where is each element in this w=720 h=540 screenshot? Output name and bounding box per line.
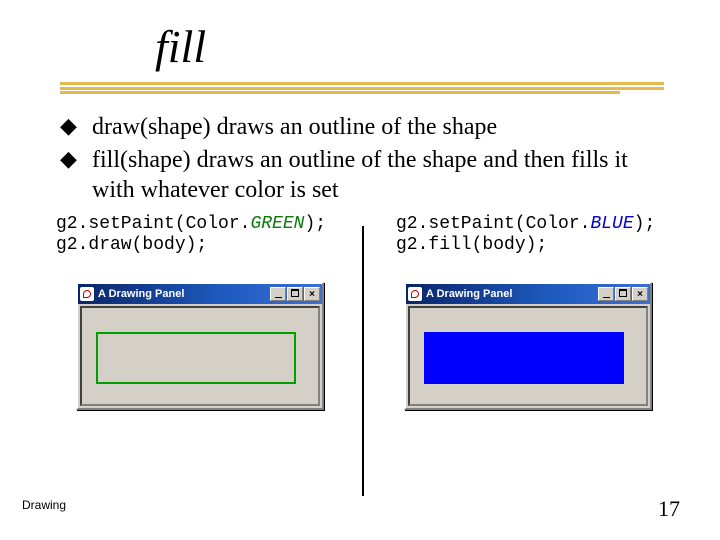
code-text: g2.setPaint(Color. bbox=[396, 214, 590, 234]
window-buttons: × bbox=[597, 287, 648, 301]
code-text: g2.setPaint(Color. bbox=[56, 214, 250, 234]
canvas-area bbox=[80, 306, 320, 406]
maximize-icon bbox=[291, 289, 299, 297]
window-left: A Drawing Panel × bbox=[76, 282, 324, 410]
rect-filled-blue bbox=[424, 332, 624, 384]
code-keyword: BLUE bbox=[590, 214, 633, 234]
slide: fill ◆ draw(shape) draws an outline of t… bbox=[0, 0, 720, 540]
code-right: g2.setPaint(Color.BLUE); g2.fill(body); bbox=[396, 214, 655, 256]
rule-stripe bbox=[60, 87, 664, 90]
code-left: g2.setPaint(Color.GREEN); g2.draw(body); bbox=[56, 214, 326, 256]
divider-rule bbox=[60, 82, 664, 96]
minimize-button[interactable] bbox=[598, 287, 614, 301]
window-frame: A Drawing Panel × bbox=[76, 282, 324, 410]
bullet-list: ◆ draw(shape) draws an outline of the sh… bbox=[60, 112, 670, 208]
minimize-icon bbox=[275, 297, 282, 298]
close-icon: × bbox=[637, 289, 643, 301]
rule-stripe bbox=[60, 91, 620, 94]
bullet-text: fill(shape) draws an outline of the shap… bbox=[92, 145, 670, 206]
bullet-icon: ◆ bbox=[60, 145, 82, 206]
bullet-icon: ◆ bbox=[60, 112, 82, 143]
close-icon: × bbox=[309, 289, 315, 301]
code-keyword: GREEN bbox=[250, 214, 304, 234]
code-text: ); bbox=[304, 214, 326, 234]
window-titlebar[interactable]: A Drawing Panel × bbox=[78, 284, 322, 304]
maximize-icon bbox=[619, 289, 627, 297]
java-icon bbox=[408, 287, 422, 301]
minimize-icon bbox=[603, 297, 610, 298]
canvas-area bbox=[408, 306, 648, 406]
vertical-divider bbox=[362, 226, 364, 496]
code-text: g2.draw(body); bbox=[56, 235, 207, 255]
slide-title: fill bbox=[155, 20, 206, 73]
rule-stripe bbox=[60, 82, 664, 85]
maximize-button[interactable] bbox=[615, 287, 631, 301]
bullet-item: ◆ draw(shape) draws an outline of the sh… bbox=[60, 112, 670, 143]
window-title-text: A Drawing Panel bbox=[426, 288, 597, 300]
maximize-button[interactable] bbox=[287, 287, 303, 301]
window-frame: A Drawing Panel × bbox=[404, 282, 652, 410]
code-text: g2.fill(body); bbox=[396, 235, 547, 255]
window-right: A Drawing Panel × bbox=[404, 282, 652, 410]
bullet-item: ◆ fill(shape) draws an outline of the sh… bbox=[60, 145, 670, 206]
page-number: 17 bbox=[658, 496, 680, 522]
rect-outline-green bbox=[96, 332, 296, 384]
window-buttons: × bbox=[269, 287, 320, 301]
code-text: ); bbox=[634, 214, 656, 234]
java-icon bbox=[80, 287, 94, 301]
window-title-text: A Drawing Panel bbox=[98, 288, 269, 300]
footer-label: Drawing bbox=[22, 498, 66, 512]
bullet-text: draw(shape) draws an outline of the shap… bbox=[92, 112, 497, 143]
minimize-button[interactable] bbox=[270, 287, 286, 301]
close-button[interactable]: × bbox=[304, 287, 320, 301]
close-button[interactable]: × bbox=[632, 287, 648, 301]
window-titlebar[interactable]: A Drawing Panel × bbox=[406, 284, 650, 304]
